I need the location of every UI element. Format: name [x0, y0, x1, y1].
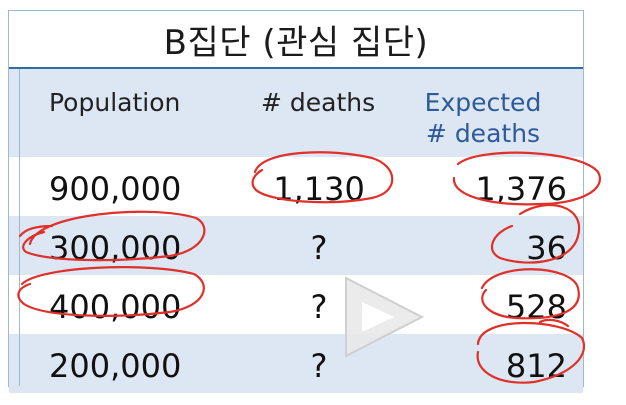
- cell-expected: 812: [505, 347, 567, 385]
- header-expected-line1: Expected: [424, 88, 542, 117]
- header-expected-line2: # deaths: [425, 119, 541, 148]
- play-icon[interactable]: [338, 272, 428, 362]
- cell-population: 400,000: [49, 288, 182, 326]
- cell-expected: 36: [526, 229, 567, 267]
- cell-deaths: 1,130: [273, 170, 365, 208]
- table-row: 900,000 1,130 1,376: [9, 157, 583, 216]
- cell-population: 900,000: [49, 170, 182, 208]
- cell-expected: 528: [505, 288, 567, 326]
- cell-deaths: ?: [310, 229, 328, 267]
- table-header-row: Population # deaths Expected # deaths: [9, 69, 583, 157]
- table-title-row: B집단 (관심 집단): [9, 11, 583, 69]
- slide-frame: B집단 (관심 집단) Population # deaths Expected…: [0, 0, 626, 405]
- header-expected: Expected # deaths: [413, 87, 553, 149]
- data-table: B집단 (관심 집단) Population # deaths Expected…: [8, 10, 584, 393]
- table-row: 200,000 ? 812: [9, 334, 583, 393]
- cell-expected: 1,376: [475, 170, 567, 208]
- table-row: 300,000 ? 36: [9, 216, 583, 275]
- table-title: B집단 (관심 집단): [163, 22, 429, 63]
- table-row: 400,000 ? 528: [9, 275, 583, 334]
- cell-population: 300,000: [49, 229, 182, 267]
- table-left-border: [9, 69, 20, 386]
- cell-population: 200,000: [49, 347, 182, 385]
- header-deaths: # deaths: [261, 88, 376, 117]
- header-population: Population: [49, 88, 181, 117]
